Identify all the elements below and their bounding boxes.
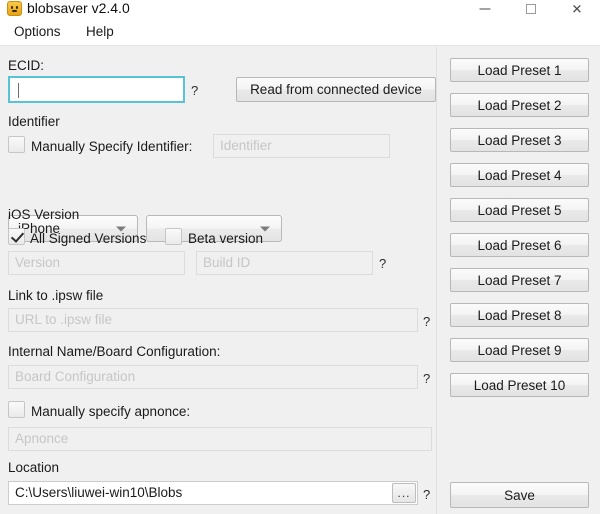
load-preset-10-button[interactable]: Load Preset 10 xyxy=(450,373,589,397)
ipsw-url-placeholder: URL to .ipsw file xyxy=(15,312,113,327)
presets-panel: Load Preset 1 Load Preset 2 Load Preset … xyxy=(438,47,600,514)
beta-version-label: Beta version xyxy=(188,231,264,246)
all-signed-versions-checkbox[interactable] xyxy=(8,228,25,245)
beta-version-checkbox[interactable] xyxy=(165,228,182,245)
all-signed-versions-label: All Signed Versions xyxy=(30,231,147,246)
minimize-icon xyxy=(479,8,491,10)
location-help-icon[interactable]: ? xyxy=(423,487,430,502)
load-preset-8-button[interactable]: Load Preset 8 xyxy=(450,303,589,327)
read-from-connected-device-button[interactable]: Read from connected device xyxy=(236,77,436,102)
load-preset-2-button[interactable]: Load Preset 2 xyxy=(450,93,589,117)
text-caret xyxy=(18,83,19,98)
ecid-input[interactable] xyxy=(8,76,185,103)
manually-specify-identifier-label: Manually Specify Identifier: xyxy=(31,139,193,154)
identifier-label: Identifier xyxy=(8,114,60,129)
close-icon: ✕ xyxy=(571,1,583,17)
form-panel: ECID: ? Read from connected device Ident… xyxy=(0,47,437,514)
build-id-input[interactable] xyxy=(196,251,373,275)
location-label: Location xyxy=(8,460,60,475)
ios-version-label: iOS Version xyxy=(8,207,80,222)
ecid-help-icon[interactable]: ? xyxy=(191,83,198,98)
ipsw-help-icon[interactable]: ? xyxy=(423,314,430,329)
load-preset-3-button[interactable]: Load Preset 3 xyxy=(450,128,589,152)
close-button[interactable]: ✕ xyxy=(554,0,600,18)
app-face-icon xyxy=(7,1,22,16)
apnonce-placeholder: Apnonce xyxy=(15,431,69,446)
menu-item-help[interactable]: Help xyxy=(86,22,114,41)
browse-location-button[interactable]: ... xyxy=(392,483,416,503)
apnonce-input[interactable]: Apnonce xyxy=(8,427,432,451)
menu-item-options[interactable]: Options xyxy=(14,22,61,41)
ecid-label: ECID: xyxy=(8,58,45,73)
board-configuration-label: Internal Name/Board Configuration: xyxy=(8,344,221,359)
build-id-help-icon[interactable]: ? xyxy=(379,256,386,271)
identifier-input[interactable] xyxy=(213,134,390,158)
load-preset-6-button[interactable]: Load Preset 6 xyxy=(450,233,589,257)
manually-specify-identifier-checkbox[interactable] xyxy=(8,136,25,153)
window-title: blobsaver v2.4.0 xyxy=(27,0,130,16)
maximize-button[interactable] xyxy=(508,0,554,18)
version-input[interactable] xyxy=(8,251,185,275)
board-configuration-input[interactable]: Board Configuration xyxy=(8,365,418,389)
manually-specify-apnonce-checkbox[interactable] xyxy=(8,401,25,418)
board-configuration-placeholder: Board Configuration xyxy=(15,369,136,384)
window-controls: ✕ xyxy=(462,0,600,18)
board-configuration-help-icon[interactable]: ? xyxy=(423,371,430,386)
load-preset-9-button[interactable]: Load Preset 9 xyxy=(450,338,589,362)
load-preset-4-button[interactable]: Load Preset 4 xyxy=(450,163,589,187)
save-button[interactable]: Save xyxy=(450,482,589,508)
manually-specify-apnonce-label: Manually specify apnonce: xyxy=(31,404,191,419)
blobsaver-window: blobsaver v2.4.0 ✕ Options Help ECID: ? … xyxy=(0,0,600,514)
ipsw-url-input[interactable]: URL to .ipsw file xyxy=(8,308,418,332)
location-value: C:\Users\liuwei-win10\Blobs xyxy=(15,485,183,500)
load-preset-5-button[interactable]: Load Preset 5 xyxy=(450,198,589,222)
menubar: Options Help xyxy=(0,18,600,46)
titlebar: blobsaver v2.4.0 ✕ xyxy=(0,0,600,18)
location-input[interactable]: C:\Users\liuwei-win10\Blobs xyxy=(8,481,418,505)
ipsw-link-label: Link to .ipsw file xyxy=(8,288,104,303)
load-preset-7-button[interactable]: Load Preset 7 xyxy=(450,268,589,292)
minimize-button[interactable] xyxy=(462,0,508,18)
load-preset-1-button[interactable]: Load Preset 1 xyxy=(450,58,589,82)
maximize-icon xyxy=(526,4,536,14)
